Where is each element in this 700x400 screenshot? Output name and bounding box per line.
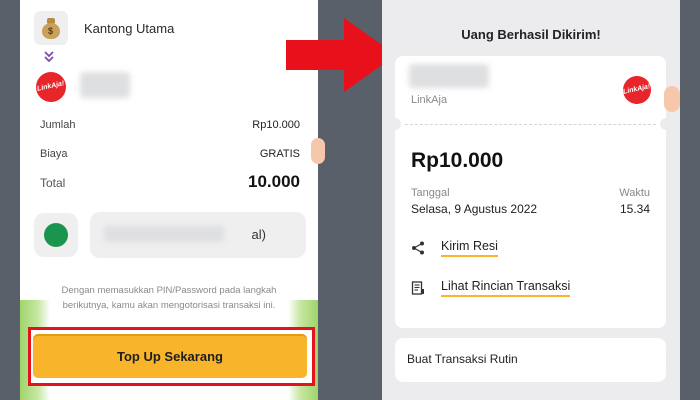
send-receipt-label[interactable]: Kirim Resi <box>441 239 498 257</box>
ticket-notch <box>660 118 672 130</box>
time-label: Waktu <box>619 187 650 199</box>
fee-row: Biaya GRATIS <box>40 148 300 160</box>
ticket-notch <box>389 118 401 130</box>
right-screen: Uang Berhasil Dikirim! LinkAja LinkAja! … <box>382 0 680 400</box>
amount-label: Jumlah <box>40 119 76 131</box>
top-up-button[interactable]: Top Up Sekarang <box>33 334 307 378</box>
date-value: Selasa, 9 Agustus 2022 <box>411 202 538 216</box>
arrow-right-icon <box>286 18 396 92</box>
linkaja-logo: LinkAja! <box>36 72 66 102</box>
total-label: Total <box>40 176 66 190</box>
date-label: Tanggal <box>411 187 450 199</box>
routine-transaction-label: Buat Transaksi Rutin <box>407 352 518 366</box>
receipt-card: LinkAja LinkAja! Rp10.000 Tanggal Selasa… <box>389 56 672 328</box>
time-value: 15.34 <box>619 202 650 216</box>
pin-note: Dengan memasukkan PIN/Password pada lang… <box>61 285 277 311</box>
decorative-dot <box>311 138 325 164</box>
success-title: Uang Berhasil Dikirim! <box>461 27 601 42</box>
redacted-recipient <box>409 64 489 88</box>
redacted-account-name <box>104 226 224 242</box>
account-avatar <box>34 213 78 257</box>
source-account[interactable]: al) <box>34 212 306 258</box>
send-receipt-action[interactable]: Kirim Resi <box>411 239 641 261</box>
redacted-recipient <box>80 72 130 98</box>
chevron-down-icon <box>44 51 54 63</box>
amount-value: Rp10.000 <box>252 119 300 131</box>
provider-name: LinkAja <box>411 94 448 106</box>
divider <box>405 124 656 125</box>
view-details-label[interactable]: Lihat Rincian Transaksi <box>441 279 571 297</box>
routine-transaction-button[interactable]: Buat Transaksi Rutin <box>395 338 666 382</box>
account-suffix: al) <box>251 227 266 242</box>
total-row: Total 10.000 <box>40 172 300 192</box>
decorative-dot <box>664 86 680 112</box>
account-circle-icon <box>44 223 68 247</box>
view-details-action[interactable]: Lihat Rincian Transaksi <box>411 279 641 301</box>
sent-amount: Rp10.000 <box>411 149 504 172</box>
receipt-icon <box>411 281 424 295</box>
linkaja-logo: LinkAja! <box>623 76 651 104</box>
wallet-name: Kantong Utama <box>84 21 175 36</box>
fee-label: Biaya <box>40 148 68 160</box>
share-icon <box>412 241 424 255</box>
account-field[interactable]: al) <box>90 212 306 258</box>
wallet-icon: $ <box>34 11 68 45</box>
fee-value: GRATIS <box>259 148 300 160</box>
total-value: 10.000 <box>248 172 300 191</box>
amount-row: Jumlah Rp10.000 <box>40 119 300 131</box>
